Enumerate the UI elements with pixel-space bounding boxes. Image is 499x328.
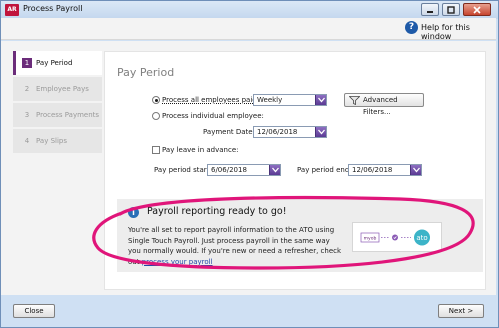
step-pay-period[interactable]: 1 Pay Period — [13, 51, 102, 75]
payment-date-label: Payment Date: — [203, 128, 255, 136]
payment-date-calendar-button[interactable] — [315, 127, 326, 137]
banner-text: You're all set to report payroll informa… — [128, 225, 343, 267]
pay-frequency-dropdown-button[interactable] — [315, 95, 326, 105]
step-label: Employee Pays — [36, 85, 89, 93]
all-employees-label[interactable]: Process all employees paid: — [162, 96, 259, 104]
steps-sidebar: 1 Pay Period 2 Employee Pays 3 Process P… — [13, 51, 102, 155]
step-number: 1 — [22, 58, 32, 68]
help-bar: ? Help for this window — [1, 18, 496, 41]
step-label: Pay Slips — [36, 137, 67, 145]
maximize-icon — [447, 5, 455, 14]
filter-icon — [349, 96, 360, 105]
chevron-down-icon — [272, 167, 279, 173]
period-start-value: 6/06/2018 — [211, 166, 247, 174]
help-link[interactable]: Help for this window — [421, 23, 496, 41]
chevron-down-icon — [318, 129, 325, 135]
payment-date-field[interactable]: 12/06/2018 — [253, 126, 327, 138]
next-button[interactable]: Next > — [438, 304, 484, 318]
chevron-down-icon — [318, 97, 325, 103]
close-icon — [473, 5, 481, 14]
step-number: 3 — [24, 111, 30, 119]
period-start-field[interactable]: 6/06/2018 — [207, 164, 281, 176]
stp-connection-illustration: myob ato — [360, 229, 430, 246]
pay-frequency-select[interactable]: Weekly — [253, 94, 327, 106]
individual-employee-radio[interactable] — [152, 112, 160, 120]
title-bar: AR Process Payroll — [1, 1, 498, 19]
step-number: 2 — [24, 85, 30, 93]
step-process-payments[interactable]: 3 Process Payments — [13, 103, 102, 127]
close-window-button[interactable] — [463, 3, 491, 16]
stp-graphic: myob ato — [352, 222, 442, 252]
step-pay-slips[interactable]: 4 Pay Slips — [13, 129, 102, 153]
pay-leave-checkbox[interactable] — [152, 146, 160, 154]
payment-date-value: 12/06/2018 — [257, 128, 298, 136]
step-employee-pays[interactable]: 2 Employee Pays — [13, 77, 102, 101]
step-number: 4 — [24, 137, 30, 145]
app-icon: AR — [5, 4, 19, 16]
banner-title: Payroll reporting ready to go! — [147, 206, 287, 217]
period-start-label: Pay period start: — [154, 166, 212, 174]
period-start-calendar-button[interactable] — [269, 165, 280, 175]
window-title: Process Payroll — [23, 4, 83, 13]
info-icon: i — [128, 207, 139, 218]
individual-employee-label[interactable]: Process individual employee: — [162, 112, 264, 120]
page-title: Pay Period — [117, 66, 175, 79]
process-payroll-link[interactable]: process your payroll — [142, 258, 213, 266]
period-end-label: Pay period end: — [297, 166, 352, 174]
minimize-icon — [427, 10, 433, 13]
period-end-calendar-button[interactable] — [410, 165, 421, 175]
advanced-filters-button[interactable]: Advanced Filters... — [344, 93, 424, 116]
close-button[interactable]: Close — [13, 304, 55, 318]
help-icon[interactable]: ? — [405, 21, 418, 34]
maximize-button[interactable] — [442, 3, 460, 16]
all-employees-radio[interactable] — [152, 96, 160, 104]
myob-logo-text: myob — [364, 236, 377, 242]
ato-logo-text: ato — [416, 234, 427, 242]
step-label: Pay Period — [36, 59, 73, 67]
step-label: Process Payments — [36, 111, 100, 119]
minimize-button[interactable] — [421, 3, 439, 16]
chevron-down-icon — [413, 167, 420, 173]
period-end-value: 12/06/2018 — [352, 166, 393, 174]
period-end-field[interactable]: 12/06/2018 — [348, 164, 422, 176]
pay-leave-label[interactable]: Pay leave in advance: — [162, 146, 239, 154]
pay-frequency-value: Weekly — [257, 96, 283, 104]
